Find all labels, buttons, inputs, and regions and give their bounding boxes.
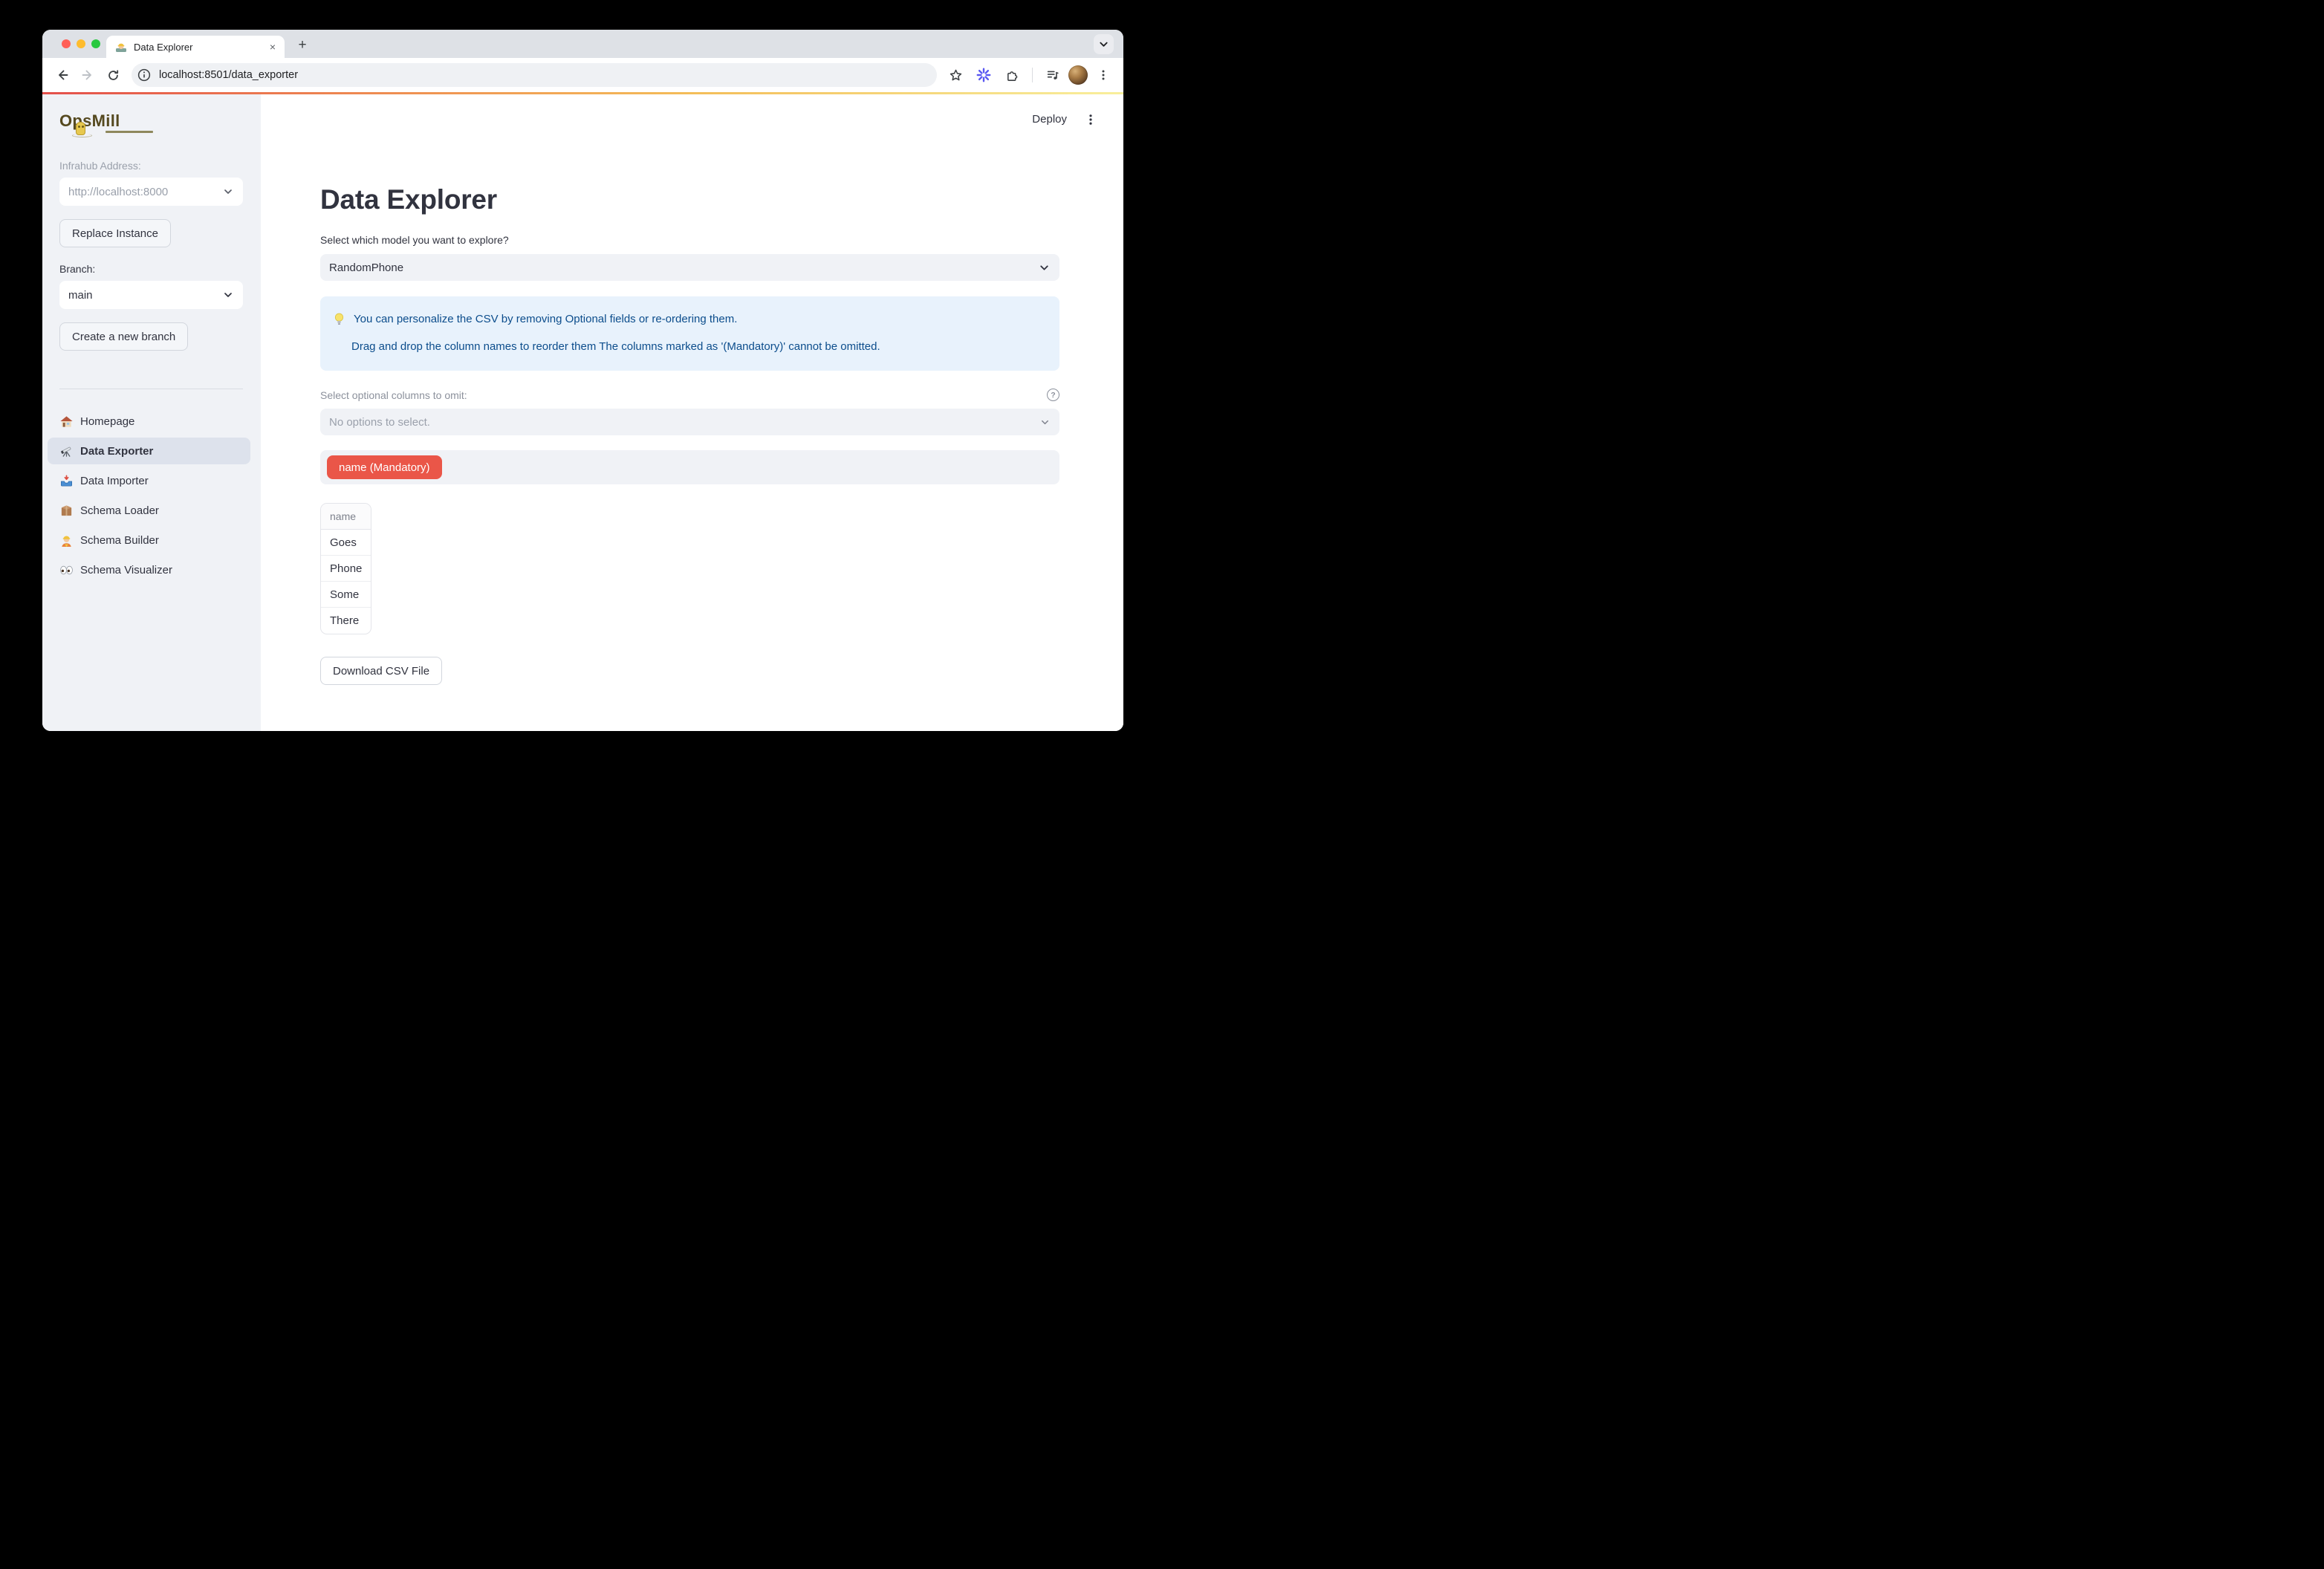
sidebar-item-data-exporter[interactable]: Data Exporter xyxy=(48,438,250,464)
sidebar-item-homepage[interactable]: Homepage xyxy=(48,408,250,435)
opsmill-logo: OpsMill xyxy=(59,111,243,144)
model-select-value: RandomPhone xyxy=(329,262,1038,274)
chevron-down-icon xyxy=(1039,417,1051,428)
model-select-label: Select which model you want to explore? xyxy=(320,234,1059,246)
sidebar-item-schema-loader[interactable]: Schema Loader xyxy=(48,497,250,524)
omit-row: Select optional columns to omit: ? xyxy=(320,389,1059,401)
tab-search-button[interactable] xyxy=(1094,34,1114,54)
puzzle-piece-icon[interactable] xyxy=(999,62,1025,88)
page-title: Data Explorer xyxy=(320,184,1059,215)
opsmill-mascot-icon xyxy=(76,122,85,135)
opsmill-logo-text: OpsMill xyxy=(59,111,120,130)
replace-instance-button[interactable]: Replace Instance xyxy=(59,219,171,247)
branch-select[interactable]: main xyxy=(59,281,243,309)
starburst-extension-icon[interactable] xyxy=(971,62,996,88)
main-content: Deploy Data Explorer Select which model … xyxy=(261,94,1123,731)
sidebar-nav: Homepage Data Exporter xyxy=(48,408,250,583)
sidebar-item-schema-builder[interactable]: Schema Builder xyxy=(48,527,250,553)
tab-strip: Data Explorer × + xyxy=(42,30,1123,58)
app-menu-icon[interactable] xyxy=(1085,114,1097,126)
app-body: OpsMill Infrahub Address: http://localho… xyxy=(42,94,1123,731)
chevron-down-icon xyxy=(222,289,234,301)
minimize-window-button[interactable] xyxy=(77,39,85,48)
chevron-down-icon xyxy=(222,186,234,198)
package-icon xyxy=(59,504,74,518)
deploy-button[interactable]: Deploy xyxy=(1032,113,1067,126)
table-row: Phone xyxy=(321,556,371,582)
table-row: There xyxy=(321,608,371,634)
table-header-name: name xyxy=(321,504,371,530)
browser-tab[interactable]: Data Explorer × xyxy=(106,36,285,58)
download-csv-button[interactable]: Download CSV File xyxy=(320,657,442,685)
browser-menu-icon[interactable] xyxy=(1091,62,1116,88)
sidebar-item-label: Data Exporter xyxy=(80,445,153,458)
toolbar-actions xyxy=(943,62,1116,88)
reload-button[interactable] xyxy=(100,62,126,88)
help-icon[interactable]: ? xyxy=(1047,389,1059,401)
sidebar: OpsMill Infrahub Address: http://localho… xyxy=(42,94,261,731)
close-window-button[interactable] xyxy=(62,39,71,48)
infrahub-address-select[interactable]: http://localhost:8000 xyxy=(59,178,243,206)
omit-columns-label: Select optional columns to omit: xyxy=(320,389,467,401)
streamlit-header: Deploy xyxy=(1032,113,1097,126)
sidebar-item-label: Schema Loader xyxy=(80,504,159,517)
telescope-icon xyxy=(59,444,74,458)
inbox-tray-icon xyxy=(59,474,74,488)
branch-label: Branch: xyxy=(59,263,243,275)
back-button[interactable] xyxy=(50,62,75,88)
media-playlist-icon[interactable] xyxy=(1040,62,1065,88)
url-text: localhost:8501/data_exporter xyxy=(159,69,298,81)
omit-columns-value: No options to select. xyxy=(329,416,1039,429)
site-info-icon[interactable] xyxy=(135,66,153,84)
sidebar-item-label: Schema Visualizer xyxy=(80,564,172,576)
mandatory-column-pill[interactable]: name (Mandatory) xyxy=(327,455,442,479)
construction-worker-icon xyxy=(59,533,74,548)
house-icon xyxy=(59,415,74,429)
toolbar-divider xyxy=(1032,68,1033,82)
branch-value: main xyxy=(68,289,216,302)
eyes-icon xyxy=(59,563,74,577)
omit-columns-multiselect[interactable]: No options to select. xyxy=(320,409,1059,435)
page-column: Data Explorer Select which model you wan… xyxy=(320,94,1059,685)
sidebar-item-schema-visualizer[interactable]: Schema Visualizer xyxy=(48,556,250,583)
browser-toolbar: localhost:8501/data_exporter xyxy=(42,58,1123,92)
info-text-line2: Drag and drop the column names to reorde… xyxy=(351,340,1048,353)
create-branch-button[interactable]: Create a new branch xyxy=(59,322,188,351)
forward-button[interactable] xyxy=(75,62,100,88)
sidebar-item-label: Homepage xyxy=(80,415,134,428)
column-order-strip: name (Mandatory) xyxy=(320,450,1059,484)
bookmark-star-icon[interactable] xyxy=(943,62,968,88)
browser-window: Data Explorer × + xyxy=(42,30,1123,731)
table-row: Goes xyxy=(321,530,371,556)
model-select[interactable]: RandomPhone xyxy=(320,254,1059,281)
sidebar-item-label: Data Importer xyxy=(80,475,149,487)
light-bulb-icon xyxy=(332,312,346,326)
sidebar-item-data-importer[interactable]: Data Importer xyxy=(48,467,250,494)
infrahub-address-label: Infrahub Address: xyxy=(59,160,243,172)
sidebar-item-label: Schema Builder xyxy=(80,534,159,547)
info-box: You can personalize the CSV by removing … xyxy=(320,296,1059,371)
close-tab-icon[interactable]: × xyxy=(268,41,277,53)
traffic-lights xyxy=(62,39,100,48)
info-text-line1: You can personalize the CSV by removing … xyxy=(354,313,737,325)
zoom-window-button[interactable] xyxy=(91,39,100,48)
tab-title: Data Explorer xyxy=(134,42,262,53)
chevron-down-icon xyxy=(1038,262,1051,274)
infrahub-address-value: http://localhost:8000 xyxy=(68,186,216,198)
worker-favicon xyxy=(114,40,128,54)
profile-avatar[interactable] xyxy=(1068,65,1088,85)
opsmill-logo-tagline xyxy=(106,131,153,133)
table-row: Some xyxy=(321,582,371,608)
address-bar[interactable]: localhost:8501/data_exporter xyxy=(132,63,937,87)
new-tab-button[interactable]: + xyxy=(292,35,313,56)
preview-table: name Goes Phone Some There xyxy=(320,503,371,634)
